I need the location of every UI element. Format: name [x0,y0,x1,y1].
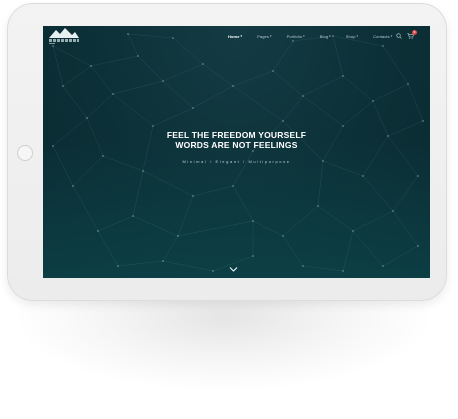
chevron-down-icon[interactable] [229,266,238,273]
top-navbar: Home ▾ Pages ▾ Portfolio ▾ Blog ▾ Shop ▾… [43,26,430,46]
caret-down-icon: ▾ [269,34,272,38]
hero-section: FEEL THE FREEDOM YOURSELF WORDS ARE NOT … [43,26,430,278]
hero-subtitle: Minimal / Elegant / Multipurpose [182,159,291,164]
website-screen: Home ▾ Pages ▾ Portfolio ▾ Blog ▾ Shop ▾… [43,26,430,278]
nav-item-contacts[interactable]: Contacts ▾ [373,34,392,39]
nav-item-shop[interactable]: Shop ▾ [346,34,358,39]
site-logo[interactable] [49,28,79,44]
logo-wordmark [49,39,79,42]
logo-mountain [49,28,79,38]
nav-item-label: Portfolio [286,33,303,39]
nav-item-pages[interactable]: Pages ▾ [257,34,271,39]
caret-down-icon: ▾ [329,34,331,38]
caret-down-icon: ▾ [303,34,305,38]
home-button[interactable] [17,145,33,161]
logo-tagline [49,43,55,44]
tablet-shadow [18,300,428,390]
caret-down-icon: ▾ [240,34,243,38]
main-menu: Home ▾ Pages ▾ Portfolio ▾ Blog ▾ Shop ▾… [228,26,407,46]
hero-headline-line-1: FEEL THE FREEDOM YOURSELF [166,130,307,140]
search-icon[interactable] [396,33,402,39]
caret-down-icon: ▾ [390,34,393,38]
nav-item-label: Home [228,33,240,39]
nav-item-label: Shop [345,33,356,39]
nav-item-blog[interactable]: Blog ▾ [320,34,331,39]
nav-item-label: Pages [257,33,269,39]
nav-item-label: Blog [319,33,329,39]
nav-item-home[interactable]: Home ▾ [228,34,242,39]
nav-item-portfolio[interactable]: Portfolio ▾ [287,34,305,39]
nav-item-label: Contacts [373,33,390,39]
hero-headline-line-2: WORDS ARE NOT FEELINGS [175,140,298,150]
tablet-frame: Home ▾ Pages ▾ Portfolio ▾ Blog ▾ Shop ▾… [7,3,447,301]
caret-down-icon: ▾ [356,34,359,38]
cart-count-badge: 0 [412,30,417,35]
